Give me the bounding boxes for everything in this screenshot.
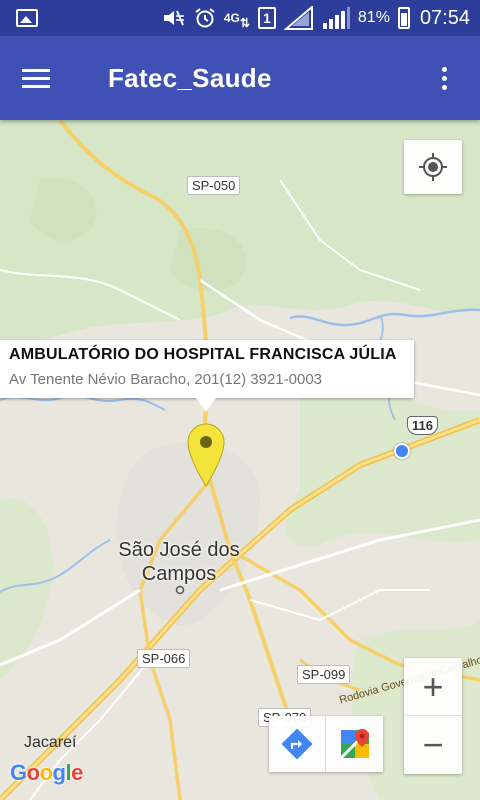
more-vert-icon[interactable]	[408, 36, 480, 120]
road-label-sp099: SP-099	[297, 665, 351, 684]
google-maps-icon	[339, 728, 370, 760]
crosshair-icon	[419, 153, 447, 181]
app-title: Fatec_Saude	[108, 62, 272, 93]
marker-info-window[interactable]: AMBULATÓRIO DO HOSPITAL FRANCISCA JÚLIA …	[0, 340, 414, 412]
open-in-maps-button[interactable]	[326, 716, 383, 772]
zoom-in-button[interactable]: +	[404, 658, 462, 716]
app-bar: Fatec_Saude	[0, 36, 480, 120]
lte-icon: 4G ⇅	[223, 10, 250, 30]
town-label: Jacareí	[24, 734, 77, 751]
mute-icon	[162, 7, 186, 29]
road-label-sp066: SP-066	[137, 649, 191, 668]
road-label-br116: 116	[407, 416, 438, 435]
alarm-icon	[194, 7, 216, 29]
status-bar: 4G ⇅ 1 81% 07:54	[0, 0, 480, 36]
map-toolbar	[269, 716, 383, 772]
battery-percent: 81%	[357, 9, 390, 26]
signal-empty-icon	[283, 6, 314, 30]
hamburger-menu-icon[interactable]	[0, 36, 72, 120]
signal-icon	[322, 7, 350, 29]
gallery-icon	[16, 9, 38, 27]
map-view[interactable]: SP-050 SP-066 SP-099 SP-070 116 Rodovia …	[0, 120, 480, 800]
location-marker-icon[interactable]	[186, 422, 226, 488]
sim-icon: 1	[257, 7, 276, 29]
clock: 07:54	[419, 6, 470, 29]
road-label-sp050: SP-050	[187, 176, 241, 195]
zoom-out-button[interactable]: −	[404, 716, 462, 774]
google-logo: Google	[10, 760, 83, 785]
directions-icon	[281, 728, 313, 760]
zoom-controls: + −	[404, 658, 462, 774]
city-label: São José dos Campos	[118, 539, 240, 585]
my-location-dot-icon	[394, 443, 410, 459]
battery-icon	[397, 7, 410, 29]
info-window-title: AMBULATÓRIO DO HOSPITAL FRANCISCA JÚLIA	[9, 346, 397, 363]
info-window-snippet: Av Tenente Névio Baracho, 201(12) 3921-0…	[9, 371, 323, 388]
my-location-button[interactable]	[404, 140, 462, 194]
status-icons: 4G ⇅ 1 81% 07:54	[162, 6, 470, 30]
directions-button[interactable]	[269, 716, 326, 772]
